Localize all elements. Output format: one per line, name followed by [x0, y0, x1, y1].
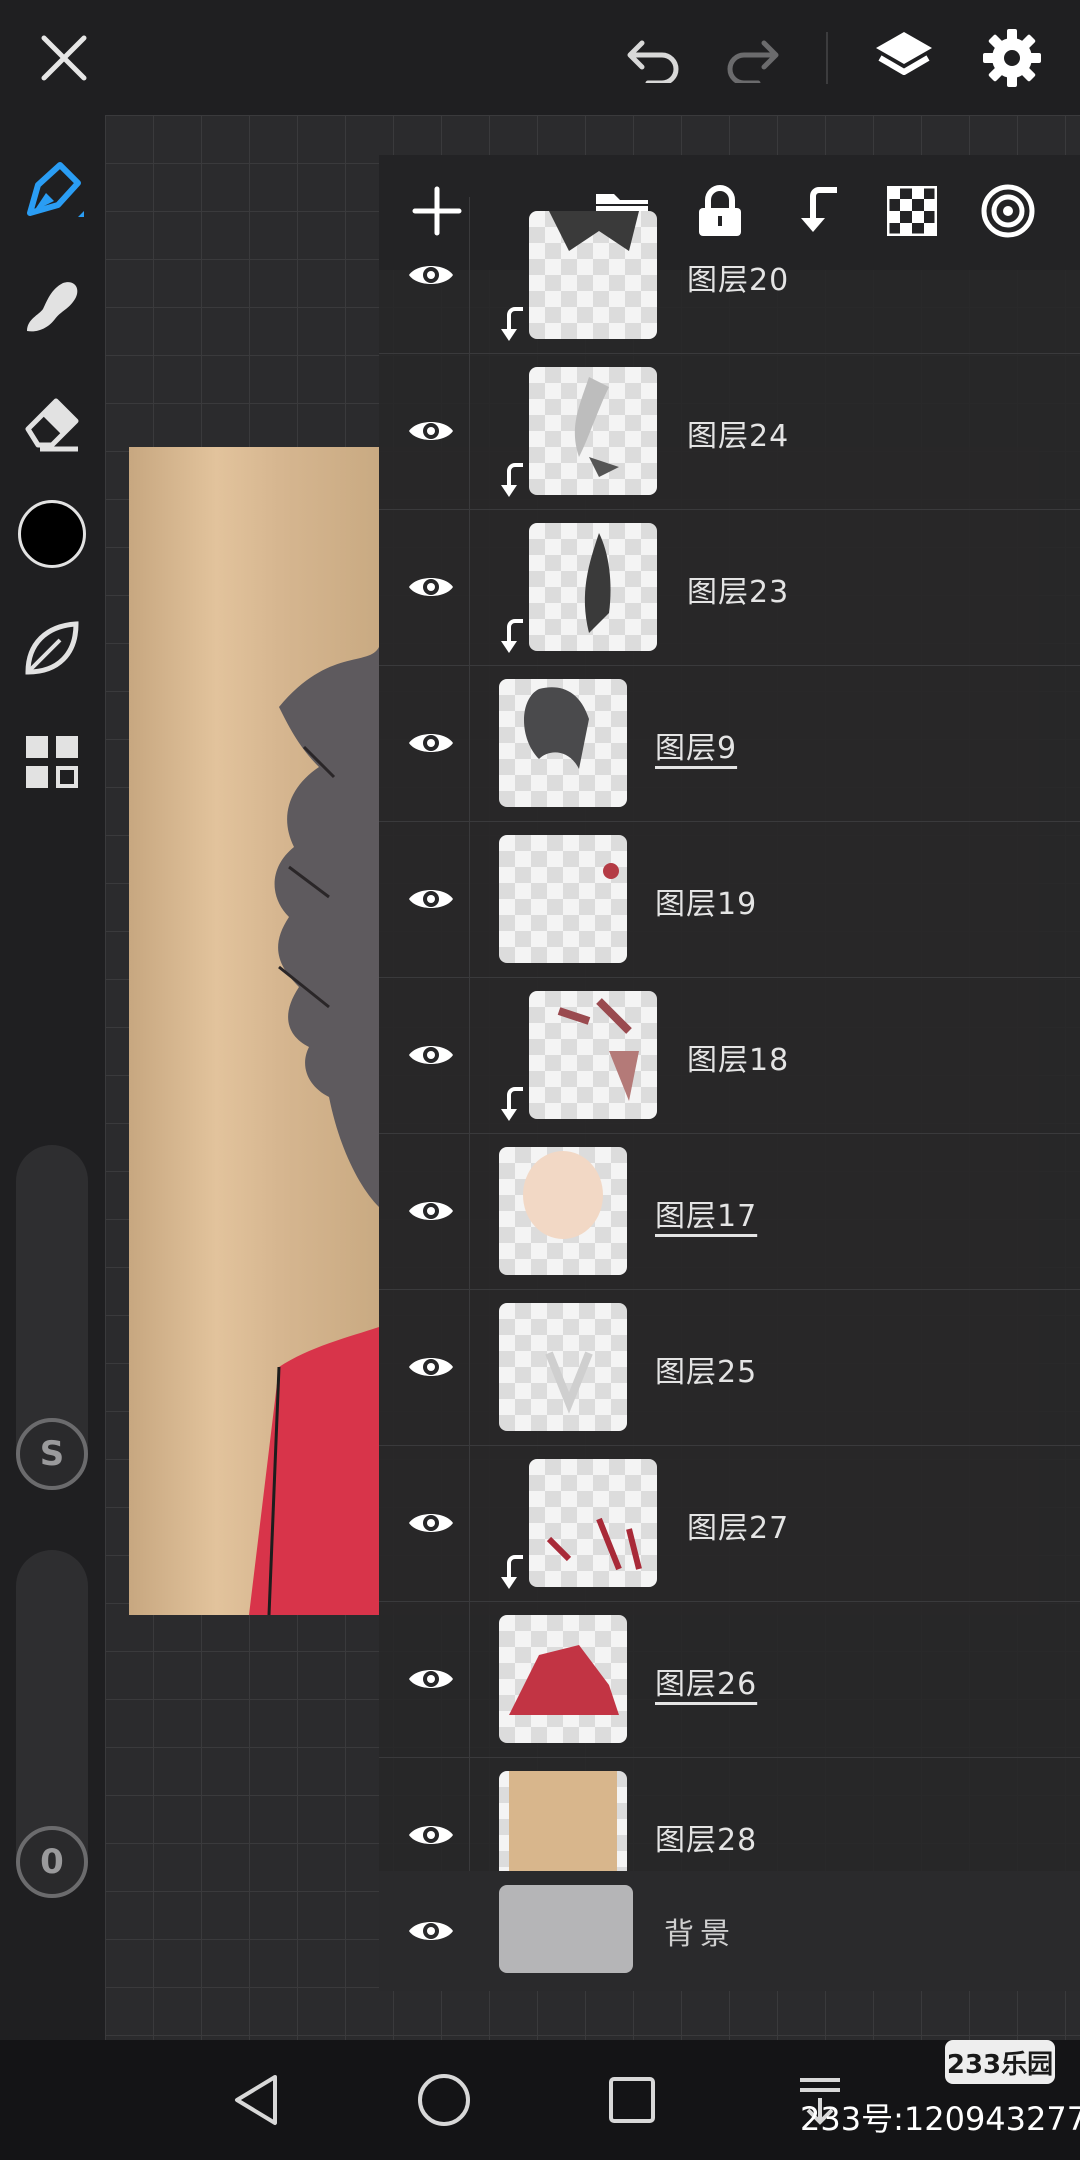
visibility-eye-icon[interactable]: [401, 1337, 461, 1397]
clip-arrow-icon: [497, 461, 527, 501]
home-icon[interactable]: [412, 2068, 476, 2132]
undo-icon[interactable]: [618, 22, 690, 94]
background-layer-name: 背景: [664, 1917, 736, 1952]
layer-thumbnail: [499, 1303, 627, 1431]
layer-row[interactable]: 图层25: [379, 1289, 1080, 1446]
clip-arrow-icon: [497, 617, 527, 657]
smudge-tool-icon[interactable]: [16, 270, 88, 342]
layer-row[interactable]: 图层24: [379, 353, 1080, 510]
layers-icon[interactable]: [866, 20, 942, 96]
artboard[interactable]: [129, 447, 379, 1615]
visibility-eye-icon[interactable]: [401, 1805, 461, 1865]
layer-name: 图层19: [655, 887, 758, 922]
recents-icon[interactable]: [600, 2068, 664, 2132]
visibility-eye-icon[interactable]: [401, 1649, 461, 1709]
layer-name: 图层25: [655, 1355, 758, 1390]
clip-arrow-icon: [497, 1553, 527, 1593]
layer-thumbnail: [529, 991, 657, 1119]
close-icon[interactable]: [28, 22, 100, 94]
toolbar-divider: [826, 32, 828, 84]
layer-name: 图层28: [655, 1823, 758, 1858]
row-divider: [469, 197, 470, 353]
layer-row[interactable]: 图层17: [379, 1133, 1080, 1290]
opacity-knob-label: 0: [40, 1842, 64, 1882]
background-thumbnail: [499, 1885, 633, 1973]
gallery-grid-icon[interactable]: [16, 726, 88, 798]
size-knob-label: S: [39, 1434, 65, 1474]
layer-name: 图层9: [655, 731, 738, 766]
layer-row[interactable]: 图层9: [379, 665, 1080, 822]
layer-row[interactable]: 图层20: [379, 197, 1080, 354]
layer-thumbnail: [529, 211, 657, 339]
brush-size-knob[interactable]: S: [16, 1418, 88, 1490]
visibility-eye-icon[interactable]: [401, 1025, 461, 1085]
color-picker-swatch[interactable]: [16, 498, 88, 570]
layer-row[interactable]: 图层23: [379, 509, 1080, 666]
redo-icon[interactable]: [716, 22, 788, 94]
visibility-eye-icon[interactable]: [401, 401, 461, 461]
watermark-id: 233号:120943277: [800, 2100, 1080, 2138]
row-divider: [469, 665, 470, 821]
visibility-eye-icon[interactable]: [401, 869, 461, 929]
layer-thumbnail: [499, 835, 627, 963]
layer-thumbnail: [499, 1147, 627, 1275]
row-divider: [469, 1601, 470, 1757]
back-icon[interactable]: [224, 2068, 288, 2132]
layer-thumbnail: [529, 1459, 657, 1587]
layer-thumbnail: [499, 1615, 627, 1743]
row-divider: [469, 1133, 470, 1289]
watermark-badge: 233乐园: [945, 2040, 1055, 2084]
layer-row[interactable]: 图层18: [379, 977, 1080, 1134]
top-toolbar: [0, 0, 1080, 115]
row-divider: [469, 353, 470, 509]
row-divider: [469, 509, 470, 665]
layer-name: 图层18: [687, 1043, 790, 1078]
layer-row[interactable]: 图层19: [379, 821, 1080, 978]
leaf-tool-icon[interactable]: [16, 612, 88, 684]
layer-name: 图层17: [655, 1199, 758, 1234]
layer-name: 图层20: [687, 263, 790, 298]
brush-tool-icon[interactable]: [16, 155, 88, 227]
clip-arrow-icon: [497, 305, 527, 345]
visibility-eye-icon[interactable]: [401, 1493, 461, 1553]
background-layer-row[interactable]: 背景: [379, 1871, 1080, 1991]
visibility-eye-icon[interactable]: [401, 1901, 461, 1961]
layer-thumbnail: [529, 523, 657, 651]
visibility-eye-icon[interactable]: [401, 557, 461, 617]
layer-thumbnail: [499, 679, 627, 807]
row-divider: [469, 1289, 470, 1445]
row-divider: [469, 977, 470, 1133]
visibility-eye-icon[interactable]: [401, 1181, 461, 1241]
clip-arrow-icon: [497, 1085, 527, 1125]
eraser-tool-icon[interactable]: [16, 385, 88, 457]
layer-row[interactable]: 图层26: [379, 1601, 1080, 1758]
settings-icon[interactable]: [974, 20, 1050, 96]
visibility-eye-icon[interactable]: [401, 713, 461, 773]
visibility-eye-icon[interactable]: [401, 245, 461, 305]
layer-name: 图层23: [687, 575, 790, 610]
layer-name: 图层24: [687, 419, 790, 454]
opacity-knob[interactable]: 0: [16, 1826, 88, 1898]
row-divider: [469, 821, 470, 977]
row-divider: [469, 1445, 470, 1601]
layer-thumbnail: [529, 367, 657, 495]
layer-name: 图层27: [687, 1511, 790, 1546]
layer-name: 图层26: [655, 1667, 758, 1702]
layer-row[interactable]: 图层27: [379, 1445, 1080, 1602]
